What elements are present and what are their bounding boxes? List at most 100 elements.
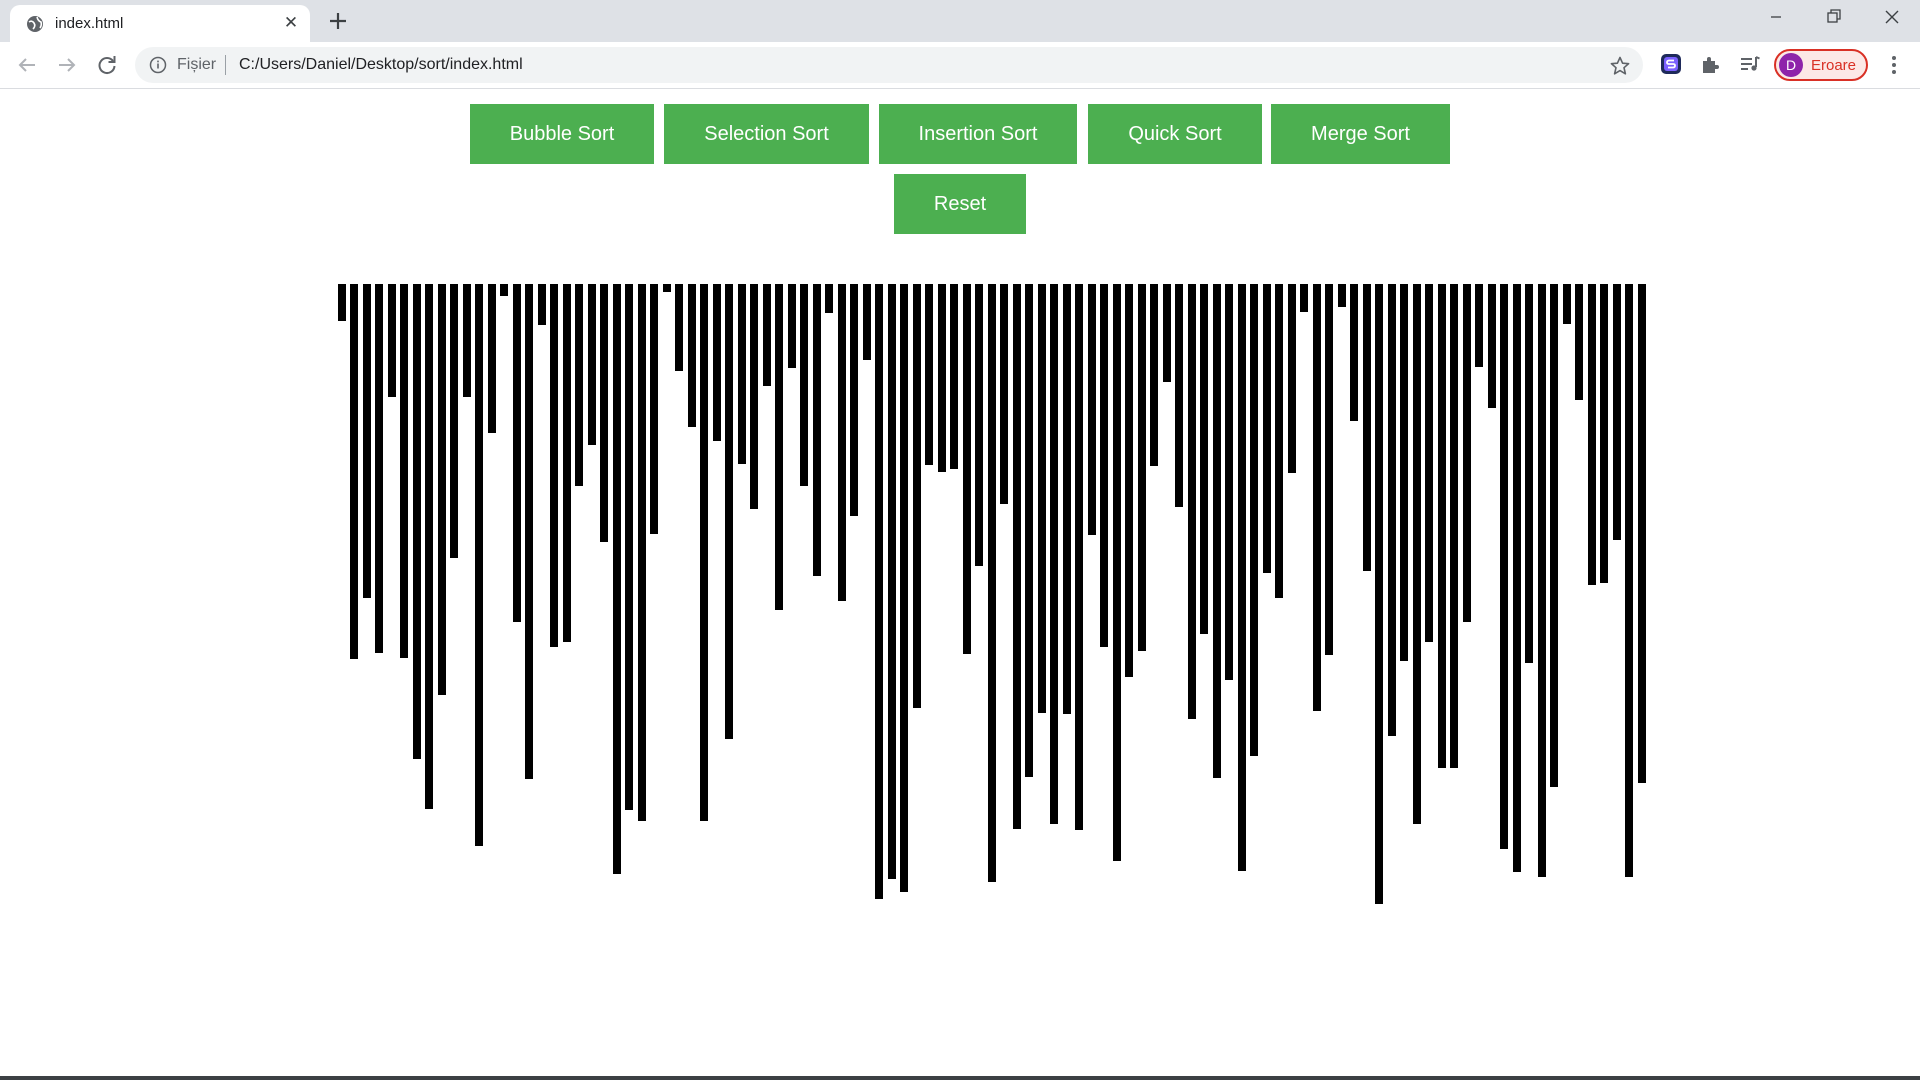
array-bar bbox=[1387, 284, 1396, 736]
back-icon[interactable] bbox=[11, 49, 43, 81]
array-bar bbox=[1337, 284, 1346, 307]
array-bar bbox=[875, 284, 883, 899]
address-divider bbox=[225, 55, 226, 75]
array-bar bbox=[625, 284, 633, 810]
array-bar bbox=[475, 284, 483, 846]
array-bar bbox=[1362, 284, 1371, 571]
bookmark-star-icon[interactable] bbox=[1609, 55, 1631, 77]
profile-error-label: Eroare bbox=[1811, 57, 1857, 74]
reset-button[interactable]: Reset bbox=[894, 174, 1026, 234]
tab-title: index.html bbox=[55, 15, 124, 32]
array-bar bbox=[712, 284, 721, 441]
array-bar bbox=[1537, 284, 1546, 877]
array-bar bbox=[387, 284, 396, 397]
info-icon[interactable] bbox=[149, 56, 167, 74]
array-bar bbox=[1487, 284, 1496, 408]
url-text[interactable]: C:/Users/Daniel/Desktop/sort/index.html bbox=[239, 56, 523, 74]
array-bar bbox=[925, 284, 933, 465]
forward-icon[interactable] bbox=[51, 49, 83, 81]
array-bar bbox=[1187, 284, 1196, 719]
array-bar bbox=[762, 284, 771, 386]
array-bar bbox=[850, 284, 858, 516]
minimize-icon[interactable] bbox=[1752, 0, 1800, 36]
array-bar bbox=[675, 284, 683, 371]
address-bar[interactable]: Fișier C:/Users/Daniel/Desktop/sort/inde… bbox=[135, 47, 1643, 83]
array-bar bbox=[1012, 284, 1021, 829]
insertion-sort-button[interactable]: Insertion Sort bbox=[879, 104, 1077, 164]
restore-icon[interactable] bbox=[1810, 0, 1858, 36]
profile-button[interactable]: D Eroare bbox=[1774, 49, 1868, 81]
array-bar bbox=[1075, 284, 1083, 830]
array-bar bbox=[1137, 284, 1146, 651]
array-bar bbox=[450, 284, 458, 558]
array-bar bbox=[537, 284, 546, 325]
array-bar bbox=[1162, 284, 1171, 382]
bar-array bbox=[0, 284, 1920, 924]
array-bar bbox=[1112, 284, 1121, 861]
array-bar bbox=[462, 284, 471, 397]
array-bar bbox=[525, 284, 533, 779]
array-bar bbox=[687, 284, 696, 427]
array-bar bbox=[637, 284, 646, 821]
array-bar bbox=[1225, 284, 1233, 680]
array-bar bbox=[662, 284, 671, 292]
array-bar bbox=[1150, 284, 1158, 466]
merge-sort-button[interactable]: Merge Sort bbox=[1271, 104, 1450, 164]
array-bar bbox=[1312, 284, 1321, 711]
tab-strip: index.html ✕ bbox=[0, 0, 1920, 42]
array-bar bbox=[987, 284, 996, 882]
array-bar bbox=[1637, 284, 1646, 783]
array-bar bbox=[1612, 284, 1621, 540]
array-bar bbox=[1025, 284, 1033, 777]
extension-icon[interactable] bbox=[1659, 52, 1683, 76]
window-bottom-edge bbox=[0, 1076, 1920, 1080]
array-bar bbox=[1287, 284, 1296, 473]
array-bar bbox=[1050, 284, 1058, 824]
close-tab-icon[interactable]: ✕ bbox=[280, 12, 302, 34]
array-bar bbox=[1212, 284, 1221, 778]
array-bar bbox=[1400, 284, 1408, 661]
array-bar bbox=[700, 284, 708, 821]
array-bar bbox=[937, 284, 946, 472]
browser-toolbar: Fișier C:/Users/Daniel/Desktop/sort/inde… bbox=[0, 42, 1920, 89]
array-bar bbox=[362, 284, 371, 598]
array-bar bbox=[1062, 284, 1071, 714]
array-bar bbox=[962, 284, 971, 654]
array-bar bbox=[1450, 284, 1458, 768]
array-bar bbox=[1575, 284, 1583, 400]
array-bar bbox=[487, 284, 496, 433]
media-queue-icon[interactable] bbox=[1738, 52, 1762, 76]
array-bar bbox=[1625, 284, 1633, 877]
array-bar bbox=[1350, 284, 1358, 421]
scheme-label: Fișier bbox=[177, 56, 217, 73]
array-bar bbox=[1237, 284, 1246, 871]
new-tab-icon[interactable] bbox=[326, 9, 350, 33]
array-bar bbox=[600, 284, 608, 542]
array-bar bbox=[1125, 284, 1133, 677]
array-bar bbox=[912, 284, 921, 708]
browser-tab[interactable]: index.html ✕ bbox=[10, 5, 310, 42]
array-bar bbox=[975, 284, 983, 566]
array-bar bbox=[1000, 284, 1008, 504]
array-bar bbox=[725, 284, 733, 739]
array-bar bbox=[1275, 284, 1283, 598]
array-bar bbox=[587, 284, 596, 445]
quick-sort-button[interactable]: Quick Sort bbox=[1088, 104, 1262, 164]
reload-icon[interactable] bbox=[91, 49, 123, 81]
puzzle-icon[interactable] bbox=[1699, 52, 1723, 76]
menu-dots-icon[interactable] bbox=[1880, 51, 1908, 79]
array-bar bbox=[1087, 284, 1096, 535]
array-bar bbox=[1412, 284, 1421, 824]
array-bar bbox=[862, 284, 871, 360]
array-bar bbox=[1512, 284, 1521, 872]
array-bar bbox=[750, 284, 758, 509]
array-bar bbox=[1425, 284, 1433, 642]
array-bar bbox=[1300, 284, 1308, 312]
selection-sort-button[interactable]: Selection Sort bbox=[664, 104, 869, 164]
array-bar bbox=[412, 284, 421, 759]
array-bar bbox=[1525, 284, 1533, 663]
bubble-sort-button[interactable]: Bubble Sort bbox=[470, 104, 654, 164]
array-bar bbox=[800, 284, 808, 486]
array-bar bbox=[1475, 284, 1483, 367]
close-window-icon[interactable] bbox=[1868, 0, 1916, 36]
